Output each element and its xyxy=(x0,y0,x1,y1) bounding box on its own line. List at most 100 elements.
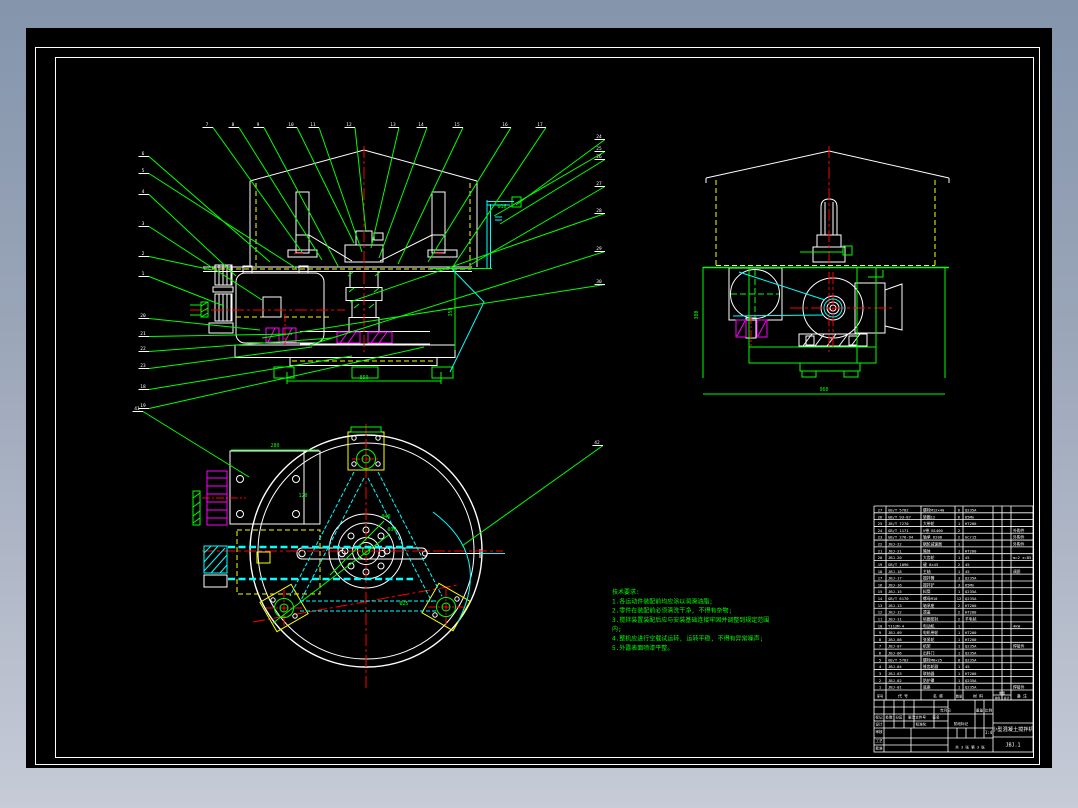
bom-cell: 17 xyxy=(878,576,883,581)
part-callout: 1 xyxy=(142,271,145,277)
dimension-label: 380 xyxy=(694,310,700,319)
title-block-label: 签名 xyxy=(932,715,940,720)
bom-cell: 65Mn xyxy=(965,582,974,587)
title-block-label: 工艺 xyxy=(875,738,883,743)
leader-line xyxy=(370,127,400,249)
bom-cell: 27 xyxy=(878,507,883,512)
bom-cell: 螺栓M12×40 xyxy=(923,507,945,512)
part-callout: 9 xyxy=(257,122,260,128)
bom-cell: JBJ-01 xyxy=(888,685,902,690)
dimension-label: 120 xyxy=(298,493,307,499)
part-callout: 23 xyxy=(140,363,146,369)
bom-cell: 16 xyxy=(878,582,883,587)
leader-line xyxy=(148,355,353,390)
part-callout: 30 xyxy=(596,279,602,285)
bom-cell: Q235A xyxy=(965,589,977,594)
bom-cell: 垫圈12 xyxy=(923,514,935,519)
bom-cell: 25 xyxy=(878,521,883,526)
bom-cell: JBJ-12 xyxy=(888,610,902,615)
bom-cell: 防护罩 xyxy=(923,678,935,683)
bom-cell: 电动机 xyxy=(923,623,935,628)
bom-cell: 轴承 6208 xyxy=(923,535,943,540)
leader-line xyxy=(142,411,250,478)
part-callout: 13 xyxy=(390,122,396,128)
bom-cell: GB/T 1096 xyxy=(888,562,909,567)
bom-cell: JBJ-13 xyxy=(888,603,902,608)
bom-cell: JBJ-16 xyxy=(888,582,902,587)
leader-line xyxy=(261,284,606,339)
bom-cell: 13 xyxy=(878,603,883,608)
bom-cell: JB/T 7270 xyxy=(888,521,909,526)
part-callout: 19 xyxy=(140,403,146,409)
leader-line xyxy=(148,256,213,271)
leader-line xyxy=(397,127,464,265)
bom-cell: 1 xyxy=(958,623,961,628)
bom-cell: 6 xyxy=(879,651,882,656)
part-callout: 24 xyxy=(596,134,602,140)
leader-line xyxy=(212,127,303,253)
part-callout: 29 xyxy=(596,246,602,252)
bom-cell: 6 xyxy=(958,507,961,512)
bom-cell: 锥齿轮副 xyxy=(923,664,938,669)
part-callout: 42 xyxy=(594,440,600,446)
dimension-label: 850 xyxy=(359,375,368,381)
bom-cell: 8 xyxy=(958,657,961,662)
bom-cell: Q235A xyxy=(965,685,977,690)
bom-cell: 键 8×45 xyxy=(923,562,938,567)
tech-note-line: 内; xyxy=(612,625,622,633)
part-callout: 3 xyxy=(142,221,145,227)
title-block-label: 标记 xyxy=(875,715,883,720)
leader-line xyxy=(461,445,604,547)
title-block-label: 处数 xyxy=(885,715,893,720)
bom-cell: 2 xyxy=(958,562,960,567)
bom-cell: 出料门 xyxy=(923,651,935,656)
part-callout: 22 xyxy=(140,346,146,352)
bom-cell: 18 xyxy=(878,569,883,574)
bom-cell: 1 xyxy=(958,651,961,656)
part-callout: 12 xyxy=(346,122,352,128)
bom-cell: 2 xyxy=(958,616,960,621)
bom-header-cell: 备 注 xyxy=(1017,694,1027,699)
bom-cell: 螺母M10 xyxy=(923,596,938,601)
part-callout: 21 xyxy=(140,331,146,337)
bom-cell: 20 xyxy=(878,555,883,560)
leader-line xyxy=(354,127,367,233)
part-callout: 14 xyxy=(418,122,424,128)
part-callout: 5 xyxy=(142,168,145,174)
bom-cell: Q235A xyxy=(965,657,977,662)
bom-cell: 2 xyxy=(958,603,960,608)
bom-cell: GB/T 276-94 xyxy=(888,535,914,540)
front-view xyxy=(190,146,522,384)
dimension-label: Ф40 xyxy=(381,514,390,520)
bom-cell: GCr15 xyxy=(965,535,976,540)
drawing-number: JBJ.1 xyxy=(1005,743,1020,749)
bom-cell: Q235A xyxy=(965,651,977,656)
bom-cell: 1 xyxy=(958,521,961,526)
leader-line xyxy=(493,151,606,217)
bom-cell: 机架 xyxy=(923,644,931,649)
dimension-label: 350 xyxy=(448,307,454,316)
bom-header-cell: 重量 xyxy=(999,690,1005,695)
bom-cell: 焊接件 xyxy=(1013,644,1025,649)
leader-line xyxy=(451,127,547,269)
bom-cell: 1 xyxy=(958,548,961,553)
bom-cell: 1 xyxy=(958,637,961,642)
part-callout: 25 xyxy=(596,146,602,152)
bom-cell: 5 xyxy=(879,657,881,662)
bom-cell: HT200 xyxy=(965,610,977,615)
bom-cell: Y112M-4 xyxy=(888,623,905,628)
title-block-label: 比例 xyxy=(985,708,993,713)
bom-cell: 15 xyxy=(878,589,883,594)
bom-cell: 19 xyxy=(878,562,883,567)
bom-cell: 外购件 xyxy=(1013,528,1025,533)
leader-line xyxy=(148,173,297,269)
bom-cell: JBJ-08 xyxy=(888,637,902,642)
bom-cell: JBJ-18 xyxy=(888,569,902,574)
bom-cell: 轴承座 xyxy=(923,603,935,608)
bom-cell: 外购件 xyxy=(1013,535,1025,540)
dimension-label: 280 xyxy=(270,443,279,449)
bom-cell: 毡圈密封 xyxy=(923,616,938,621)
title-block-label: 批准 xyxy=(875,746,883,751)
part-callout: 20 xyxy=(140,313,146,319)
bom-cell: 1 xyxy=(958,630,961,635)
